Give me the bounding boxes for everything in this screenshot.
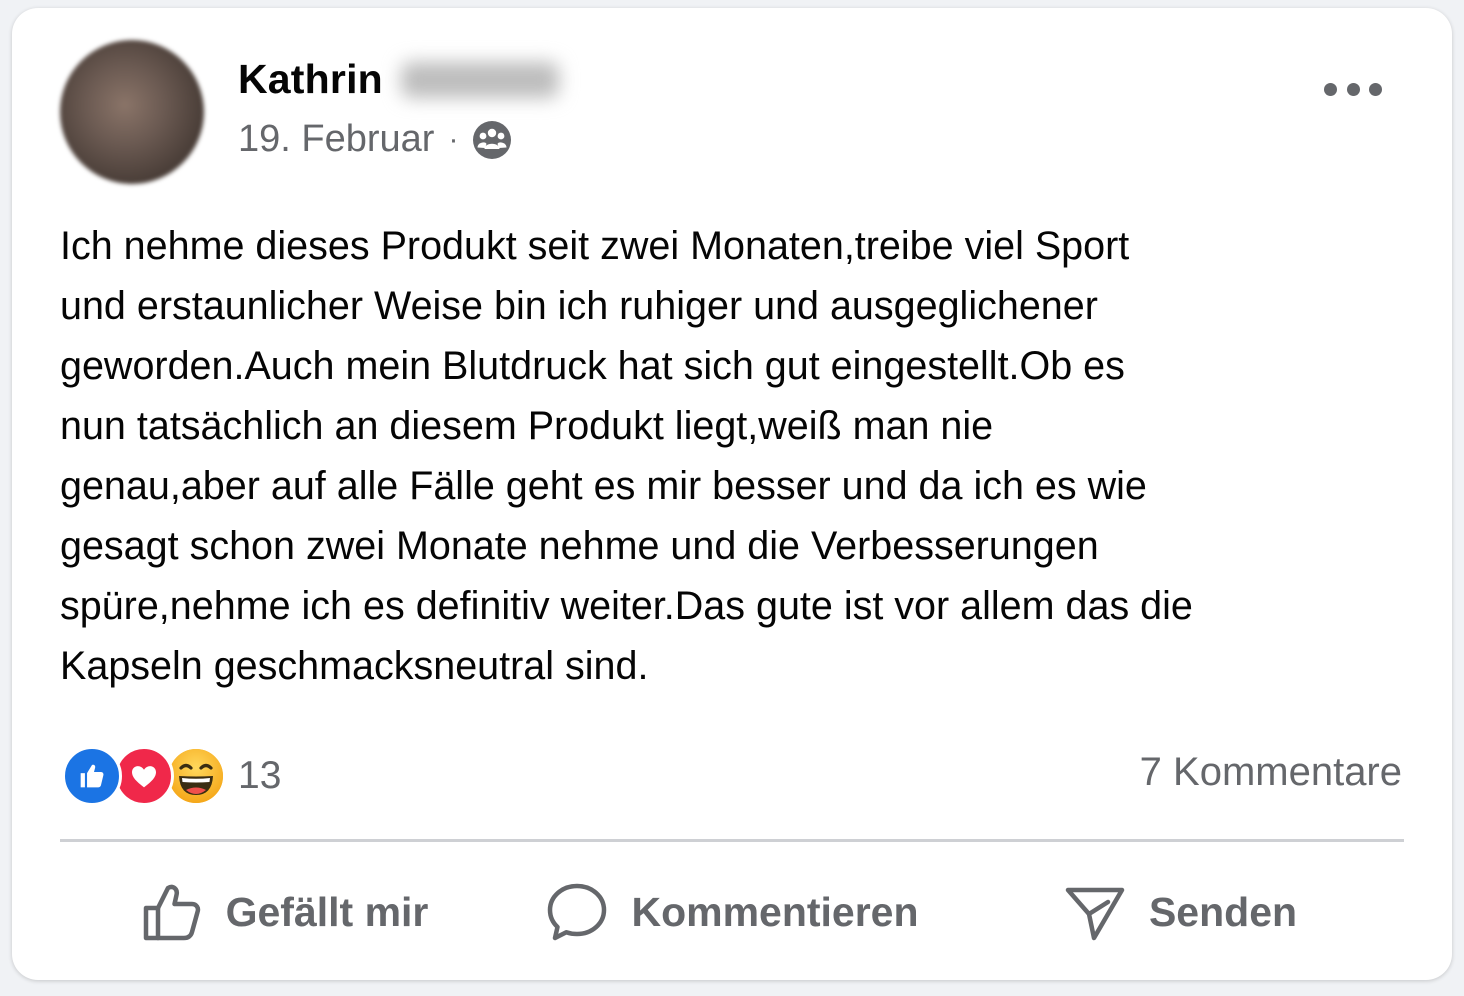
dot-icon: [1369, 82, 1382, 96]
like-button[interactable]: Gefällt mir: [60, 880, 508, 944]
like-button-label: Gefällt mir: [225, 888, 429, 935]
post-text-line: genau,aber auf alle Fälle geht es mir be…: [60, 464, 1147, 508]
dot-icon: [1346, 82, 1360, 96]
more-options-button[interactable]: [1324, 74, 1382, 104]
thumbs-up-icon: [143, 884, 200, 941]
comments-count-link[interactable]: 7 Kommentare: [1140, 750, 1402, 795]
send-button[interactable]: Senden: [956, 880, 1404, 944]
post-text-line: Kapseln geschmacksneutral sind.: [60, 644, 649, 688]
post-meta: 19. Februar ·: [238, 118, 512, 161]
comment-button-label: Kommentieren: [631, 888, 919, 935]
love-icon: [114, 746, 174, 806]
post-text-line: und erstaunlicher Weise bin ich ruhiger …: [60, 284, 1098, 328]
post-card: Kathrin 19. Februar · Ich nehme dieses P…: [12, 8, 1452, 980]
divider: [60, 839, 1404, 842]
friends-icon[interactable]: [472, 120, 512, 160]
reaction-count: 13: [238, 754, 282, 797]
reactions-summary[interactable]: 13: [62, 746, 281, 806]
author-row: Kathrin: [238, 56, 559, 103]
haha-icon: [166, 746, 226, 806]
post-text-line: geworden.Auch mein Blutdruck hat sich gu…: [60, 344, 1125, 388]
avatar[interactable]: [60, 40, 204, 184]
post-text-line: Ich nehme dieses Produkt seit zwei Monat…: [60, 224, 1130, 268]
send-icon: [1065, 887, 1125, 941]
action-bar: Gefällt mir Kommentieren Senden: [60, 860, 1404, 964]
meta-separator: ·: [448, 122, 459, 156]
comment-bubble-icon: [548, 883, 607, 941]
post-date[interactable]: 19. Februar: [238, 118, 434, 161]
comment-button[interactable]: Kommentieren: [508, 880, 956, 944]
send-button-label: Senden: [1148, 888, 1298, 935]
dot-icon: [1324, 82, 1337, 96]
author-name[interactable]: Kathrin: [238, 56, 383, 103]
post-text-line: spüre,nehme ich es definitiv weiter.Das …: [60, 584, 1193, 628]
author-surname-blurred: [400, 61, 559, 98]
post-text: Ich nehme dieses Produkt seit zwei Monat…: [60, 216, 1420, 696]
like-icon: [62, 746, 122, 806]
post-text-line: nun tatsächlich an diesem Produkt liegt,…: [60, 404, 994, 448]
post-text-line: gesagt schon zwei Monate nehme und die V…: [60, 524, 1099, 568]
